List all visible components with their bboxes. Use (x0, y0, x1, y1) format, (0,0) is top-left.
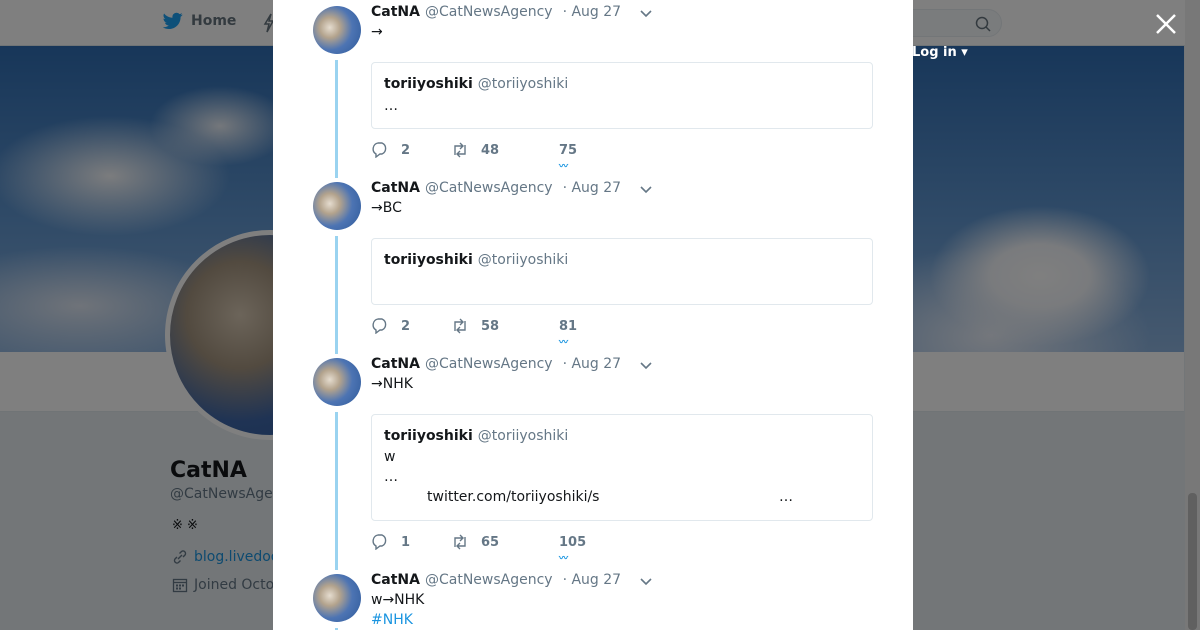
quote-author-handle: @toriiyoshiki (477, 76, 569, 92)
retweet-count: 48 (481, 142, 500, 158)
tweet-actions: 2 58 81 〰 (371, 318, 578, 348)
tweet-text: w→NHK (371, 592, 425, 608)
login-button[interactable]: Log in ▾ (912, 45, 968, 60)
tweet-avatar[interactable] (313, 182, 361, 230)
tweet-timestamp[interactable]: · Aug 27 (563, 572, 622, 588)
reply-button[interactable]: 2 (371, 142, 451, 158)
quote-text: … (384, 98, 398, 114)
thread-connector (335, 412, 338, 570)
tweet-text: → (371, 24, 383, 40)
quote-author-name: toriiyoshiki (384, 428, 473, 444)
retweet-count: 65 (481, 534, 500, 550)
tweet-header: CatNA @CatNewsAgency · Aug 27 (371, 4, 621, 20)
tweet-author-name[interactable]: CatNA (371, 356, 420, 372)
tweet[interactable]: CatNA @CatNewsAgency · Aug 27 → toriiyos… (313, 2, 873, 178)
tweet-timestamp[interactable]: · Aug 27 (563, 356, 622, 372)
reply-icon (372, 318, 387, 334)
tweet-author-name[interactable]: CatNA (371, 180, 420, 196)
like-animation-icon: 〰 (559, 337, 568, 348)
reply-icon (372, 534, 387, 550)
login-label: Log in (912, 45, 957, 60)
retweet-icon (454, 318, 466, 334)
quote-author-handle: @toriiyoshiki (477, 428, 569, 444)
like-count: 105 (559, 534, 587, 550)
quote-header: toriiyoshiki @toriiyoshiki (384, 428, 568, 444)
quote-author-name: toriiyoshiki (384, 252, 473, 268)
retweet-button[interactable]: 48 (451, 142, 559, 158)
tweet-header: CatNA @CatNewsAgency · Aug 27 (371, 180, 621, 196)
quote-link[interactable]: twitter.com/toriiyoshiki/s (427, 489, 599, 505)
quote-header: toriiyoshiki @toriiyoshiki (384, 76, 568, 92)
retweet-button[interactable]: 58 (451, 318, 559, 334)
tweet[interactable]: CatNA @CatNewsAgency · Aug 27 w→NHK #NHK (313, 570, 873, 630)
like-button[interactable]: 81 〰 (559, 318, 578, 348)
tweet-text: →BC (371, 200, 402, 216)
thread-connector (335, 236, 338, 354)
tweet-actions: 1 65 105 〰 (371, 534, 587, 564)
tweet-author-handle[interactable]: @CatNewsAgency (425, 4, 553, 20)
like-button[interactable]: 75 〰 (559, 142, 578, 172)
retweet-button[interactable]: 65 (451, 534, 559, 550)
tweet-text: →NHK (371, 376, 413, 392)
tweet-author-name[interactable]: CatNA (371, 572, 420, 588)
tweet-avatar[interactable] (313, 574, 361, 622)
tweet-avatar[interactable] (313, 358, 361, 406)
reply-count: 1 (401, 534, 411, 550)
tweet-author-handle[interactable]: @CatNewsAgency (425, 572, 553, 588)
like-count: 81 (559, 318, 578, 334)
quoted-tweet[interactable]: toriiyoshiki @toriiyoshiki … (371, 62, 873, 129)
quote-author-handle: @toriiyoshiki (477, 252, 569, 268)
reply-count: 2 (401, 142, 411, 158)
quote-text: … (384, 469, 398, 485)
tweet-header: CatNA @CatNewsAgency · Aug 27 (371, 356, 621, 372)
tweet-thread-modal: CatNA @CatNewsAgency · Aug 27 → toriiyos… (273, 0, 913, 630)
retweet-count: 58 (481, 318, 500, 334)
quoted-tweet[interactable]: toriiyoshiki @toriiyoshiki w … twitter.c… (371, 414, 873, 521)
reply-icon (372, 142, 387, 158)
close-icon[interactable] (1154, 12, 1178, 36)
like-button[interactable]: 105 〰 (559, 534, 587, 564)
retweet-icon (454, 534, 466, 550)
like-count: 75 (559, 142, 578, 158)
chevron-down-icon[interactable] (639, 182, 653, 196)
quote-author-name: toriiyoshiki (384, 76, 473, 92)
tweet-author-handle[interactable]: @CatNewsAgency (425, 356, 553, 372)
tweet-header: CatNA @CatNewsAgency · Aug 27 (371, 572, 621, 588)
quote-header: toriiyoshiki @toriiyoshiki (384, 252, 568, 268)
tweet-timestamp[interactable]: · Aug 27 (563, 4, 622, 20)
tweet-author-name[interactable]: CatNA (371, 4, 420, 20)
reply-button[interactable]: 2 (371, 318, 451, 334)
quote-text: w (384, 449, 396, 465)
retweet-icon (454, 142, 466, 158)
like-animation-icon: 〰 (559, 161, 568, 172)
tweet[interactable]: CatNA @CatNewsAgency · Aug 27 →BC toriiy… (313, 178, 873, 354)
tweet-avatar[interactable] (313, 6, 361, 54)
thread-connector (335, 60, 338, 178)
hashtag-link[interactable]: #NHK (371, 612, 413, 628)
tweet[interactable]: CatNA @CatNewsAgency · Aug 27 →NHK torii… (313, 354, 873, 570)
reply-count: 2 (401, 318, 411, 334)
quote-link-ellipsis: … (779, 489, 793, 505)
chevron-down-icon[interactable] (639, 358, 653, 372)
reply-button[interactable]: 1 (371, 534, 451, 550)
tweet-timestamp[interactable]: · Aug 27 (563, 180, 622, 196)
like-animation-icon: 〰 (559, 553, 568, 564)
chevron-down-icon[interactable] (639, 574, 653, 588)
quoted-tweet[interactable]: toriiyoshiki @toriiyoshiki (371, 238, 873, 305)
tweet-actions: 2 48 75 〰 (371, 142, 578, 172)
chevron-down-icon[interactable] (639, 6, 653, 20)
tweet-author-handle[interactable]: @CatNewsAgency (425, 180, 553, 196)
